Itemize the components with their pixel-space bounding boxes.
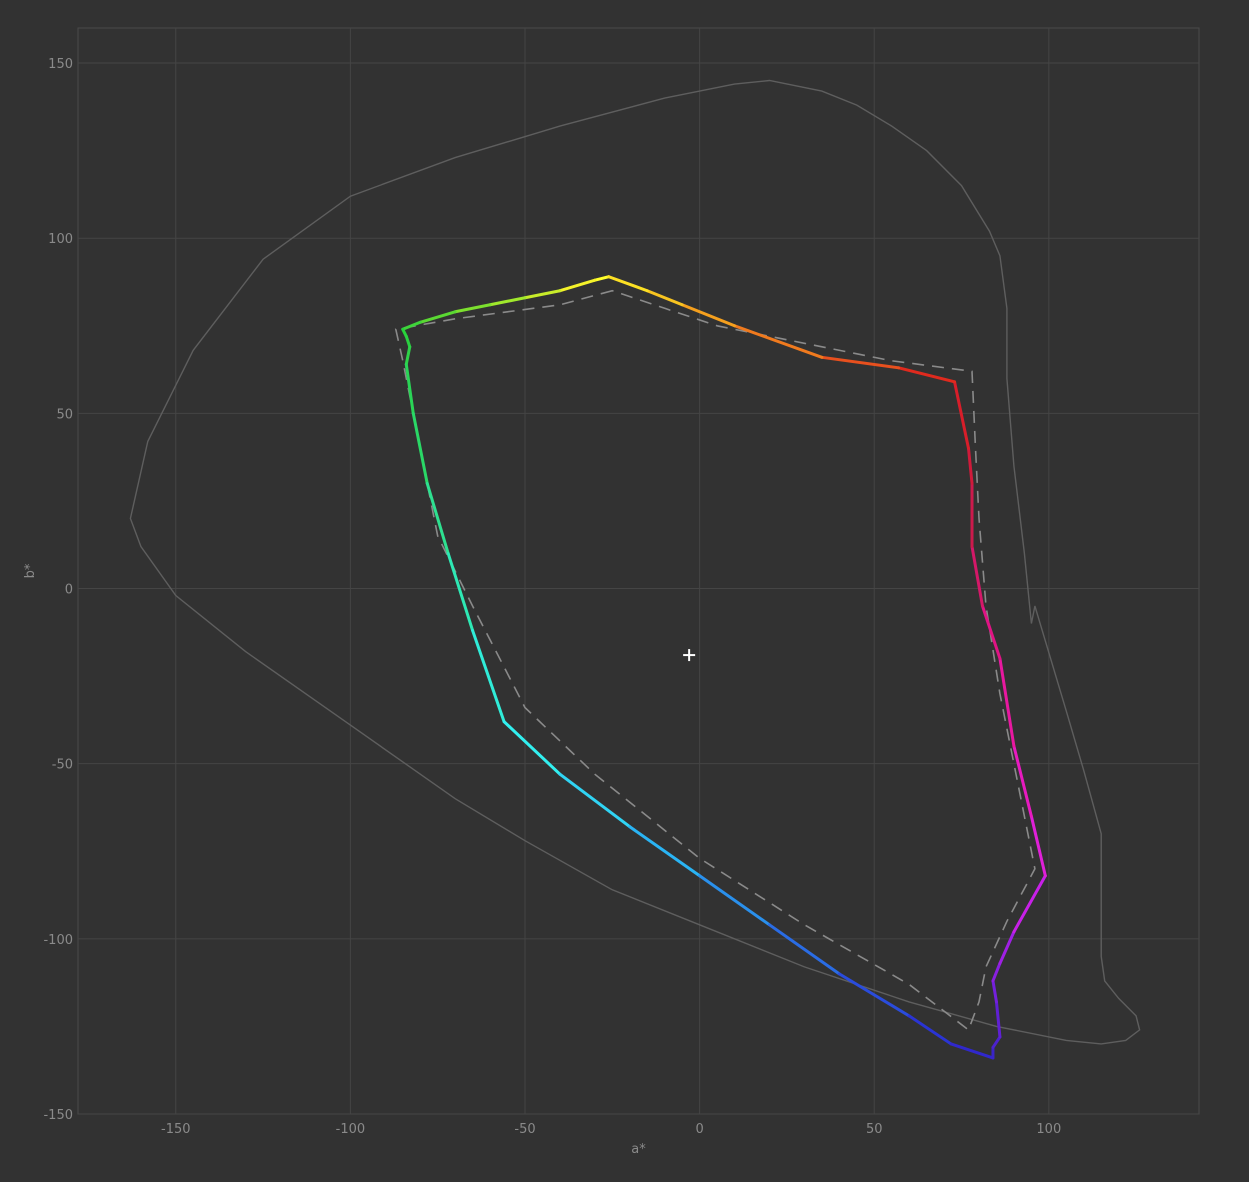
measured-gamut-segment [645,289,684,307]
measured-gamut-segment [404,345,412,366]
chart-area: -150 -100 -50 0 50 100 150 100 50 0 -50 -100 -150 a*… [0,0,1249,1177]
measured-gamut-segment [733,324,824,359]
measured-gamut-segment [471,629,506,724]
x-tick-label: -100 [336,1122,366,1137]
x-tick-label: 0 [695,1122,703,1137]
markers [683,649,696,662]
measured-gamut-segment [446,551,475,633]
x-tick-label: -50 [514,1122,535,1137]
measured-gamut-segment [998,657,1016,748]
measured-gamut-segment [949,1042,995,1060]
measured-gamut-segment [425,481,450,555]
y-tick-label: -100 [43,933,73,948]
measured-gamut-segment [1012,874,1047,934]
measured-gamut-segment [411,411,429,485]
y-axis-label: b* [23,563,38,578]
tick-labels: -150 -100 -50 0 50 100 150 100 50 0 -50 -100 -150 [43,57,1061,1137]
measured-gamut-segment [907,1014,953,1046]
measured-gamut-segment [994,1000,1002,1039]
grid [77,27,1200,1115]
measured-gamut-segment [488,296,527,307]
measured-gamut-segment [523,289,562,300]
x-tick-label: 50 [866,1122,883,1137]
x-tick-label: -150 [161,1122,191,1137]
measured-gamut-segment [970,544,984,608]
y-tick-label: 150 [48,57,73,72]
plot-frame [77,27,1200,1115]
measured-gamut-segment [967,446,974,485]
measured-gamut-segment [558,772,632,829]
measured-gamut-segment [628,825,702,878]
measured-gamut-segment [593,275,611,282]
series [129,79,1141,1060]
x-axis-label: a* [631,1142,646,1157]
measured-gamut-segment [980,604,1002,661]
measured-gamut-segment [453,303,492,314]
y-tick-label: -50 [52,758,73,773]
reference-gamut-line [394,289,1036,1032]
measured-gamut-segment [401,320,422,331]
y-tick-label: -150 [43,1108,73,1123]
measured-gamut-segment [558,278,597,293]
measured-gamut-segment [991,1035,1002,1049]
y-tick-label: 0 [65,583,73,598]
measured-gamut-segment [820,355,901,370]
measured-gamut-segment [607,275,649,293]
measured-gamut-segment [991,961,1002,983]
spectral-locus-outline-line [129,79,1141,1045]
x-tick-label: 100 [1036,1122,1061,1137]
measured-gamut-segment [897,366,957,384]
measured-gamut-segment [404,334,412,349]
measured-gamut-segment [1029,814,1047,878]
measured-gamut-segment [998,930,1016,965]
y-tick-label: 100 [48,232,73,247]
measured-gamut-segment [502,720,562,776]
measured-gamut-segment [953,380,971,450]
white-point-marker [683,649,696,662]
measured-gamut-segment [991,979,998,1004]
gamut-chart: -150 -100 -50 0 50 100 150 100 50 0 -50 -100 -150 a*… [23,27,1200,1157]
measured-gamut-segment [1012,744,1033,818]
measured-gamut-segment [418,310,457,324]
measured-gamut-segment [404,362,415,415]
y-tick-label: 50 [56,407,73,422]
measured-gamut-segment [698,874,771,927]
